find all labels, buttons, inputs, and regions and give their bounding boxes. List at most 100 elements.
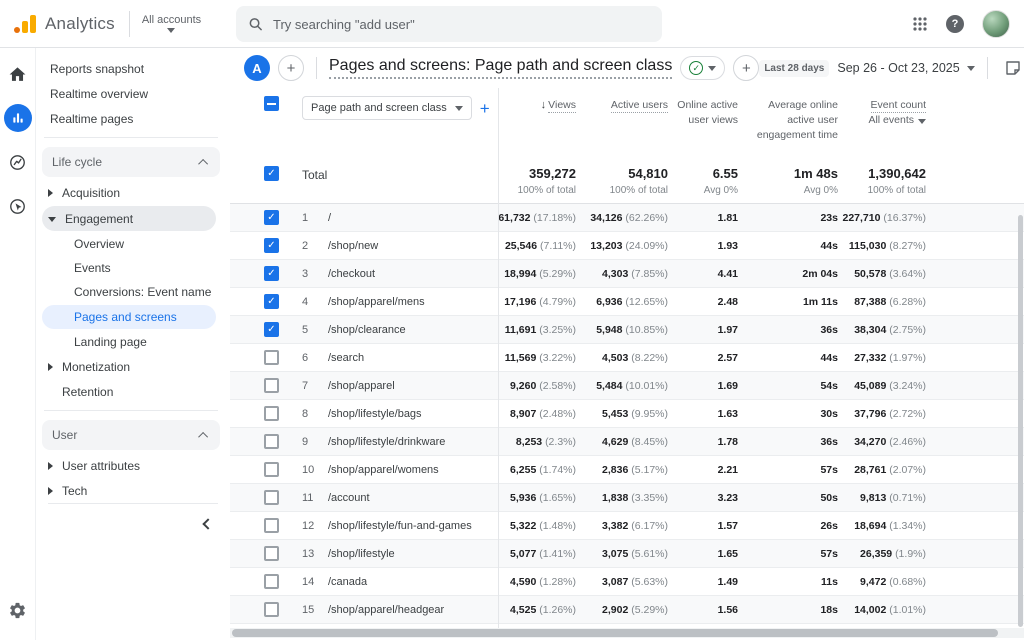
row-checkbox[interactable] [264,238,279,253]
table-total-row: Total 359,272100% of total 54,810100% of… [230,156,1024,204]
chevron-right-icon[interactable] [48,487,53,495]
report-status-menu[interactable]: ✓ [680,56,725,80]
total-engagement-time: 1m 48s [794,166,838,181]
row-checkbox[interactable] [264,602,279,617]
sidebar-item-overview[interactable]: Overview [36,232,230,256]
row-checkbox[interactable] [264,434,279,449]
home-icon[interactable] [4,60,32,88]
column-divider [498,88,499,628]
total-active-users: 54,810 [628,166,668,181]
row-checkbox[interactable] [264,378,279,393]
sidebar-item-tech[interactable]: Tech [36,478,230,503]
sidebar-item-user[interactable]: User [42,420,220,450]
reports-icon[interactable] [4,104,32,132]
sidebar-item-life-cycle[interactable]: Life cycle [42,147,220,177]
horizontal-scrollbar-thumb[interactable] [232,629,998,637]
explore-icon[interactable] [4,148,32,176]
row-index: 10 [302,464,328,476]
sidebar-item-reports-snapshot[interactable]: Reports snapshot [36,56,230,81]
row-index: 11 [302,492,328,504]
row-checkbox[interactable] [264,210,279,225]
chevron-right-icon[interactable] [48,189,53,197]
sidebar-item-label: Events [74,261,111,275]
help-icon[interactable]: ? [946,15,964,33]
account-switcher[interactable]: All accounts [142,14,201,33]
sidebar-item-pages-and-screens[interactable]: Pages and screens [42,305,216,329]
row-checkbox[interactable] [264,574,279,589]
column-header-active-users[interactable]: Active users [576,96,668,113]
date-range-picker[interactable]: Sep 26 - Oct 23, 2025 [837,61,974,75]
total-checkbox[interactable] [264,166,279,181]
row-checkbox[interactable] [264,266,279,281]
global-search[interactable] [236,6,662,42]
views-cell: 11,691 (3.25%) [498,324,576,336]
add-dimension-button[interactable]: + [480,100,490,117]
sidebar-item-realtime-pages[interactable]: Realtime pages [36,106,230,131]
report-title[interactable]: Pages and screens: Page path and screen … [329,57,672,79]
sidebar-item-monetization[interactable]: Monetization [36,354,230,379]
sidebar-item-engagement[interactable]: Engagement [42,206,216,231]
event-filter-dropdown[interactable]: All events [868,113,926,128]
note-icon[interactable] [1004,59,1022,77]
add-report-button[interactable]: + [278,55,304,81]
collapse-sidebar-icon[interactable] [202,518,213,529]
active-users-cell: 5,948 (10.85%) [576,324,668,336]
avatar[interactable] [982,10,1010,38]
sidebar-item-label: Retention [62,385,113,399]
views-cell: 17,196 (4.79%) [498,296,576,308]
row-checkbox[interactable] [264,462,279,477]
chevron-down-icon [967,66,975,71]
online-views-cell: 1.81 [668,212,738,224]
column-header-avg-engagement[interactable]: Average online active user engagement ti… [738,96,838,144]
horizontal-scrollbar[interactable] [230,628,1024,638]
sidebar-item-label: Life cycle [52,155,102,169]
sidebar-item-realtime-overview[interactable]: Realtime overview [36,81,230,106]
apps-grid-icon[interactable] [912,16,928,32]
row-checkbox[interactable] [264,322,279,337]
vertical-scrollbar-thumb[interactable] [1018,215,1023,627]
chevron-right-icon[interactable] [48,462,53,470]
table-row: 12/shop/lifestyle/fun-and-games5,322 (1.… [230,512,1024,540]
chevron-up-icon[interactable] [198,431,208,441]
engagement-time-cell: 2m 04s [738,268,838,280]
active-users-cell: 2,902 (5.29%) [576,604,668,616]
advertising-icon[interactable] [4,192,32,220]
sidebar-item-conversions-event-name[interactable]: Conversions: Event name [36,280,230,304]
row-checkbox[interactable] [264,350,279,365]
row-index: 12 [302,520,328,532]
online-views-cell: 2.21 [668,464,738,476]
search-input[interactable] [273,17,650,32]
select-all-checkbox[interactable] [264,96,279,111]
column-header-online-views[interactable]: Online active user views [668,96,738,128]
sidebar-item-landing-page[interactable]: Landing page [36,330,230,354]
sidebar-item-events[interactable]: Events [36,256,230,280]
row-checkbox[interactable] [264,546,279,561]
event-count-cell: 38,304 (2.75%) [838,324,926,336]
engagement-time-cell: 30s [738,408,838,420]
divider [44,410,218,411]
row-checkbox[interactable] [264,406,279,421]
sidebar-item-retention[interactable]: Retention [36,379,230,404]
chevron-up-icon[interactable] [198,158,208,168]
add-comparison-button[interactable]: + [733,55,759,81]
analytics-home-link[interactable]: Analytics [0,14,115,34]
chevron-down-icon[interactable] [48,217,56,222]
dimension-selector[interactable]: Page path and screen class [302,96,472,120]
column-header-event-count[interactable]: Event count All events [838,96,926,128]
sidebar-item-acquisition[interactable]: Acquisition [36,180,230,205]
column-header-views[interactable]: ↓Views [498,96,576,114]
chevron-right-icon[interactable] [48,363,53,371]
online-views-cell: 1.69 [668,380,738,392]
divider [129,11,130,37]
property-chip[interactable]: A [244,55,270,81]
page-path: /shop/lifestyle/drinkware [328,436,498,448]
row-checkbox[interactable] [264,518,279,533]
views-cell: 5,077 (1.41%) [498,548,576,560]
row-checkbox[interactable] [264,490,279,505]
sidebar-item-user-attributes[interactable]: User attributes [36,453,230,478]
settings-gear-icon[interactable] [4,596,32,624]
online-views-cell: 1.56 [668,604,738,616]
row-checkbox[interactable] [264,294,279,309]
table-row: 7/shop/apparel9,260 (2.58%)5,484 (10.01%… [230,372,1024,400]
engagement-time-cell: 23s [738,212,838,224]
